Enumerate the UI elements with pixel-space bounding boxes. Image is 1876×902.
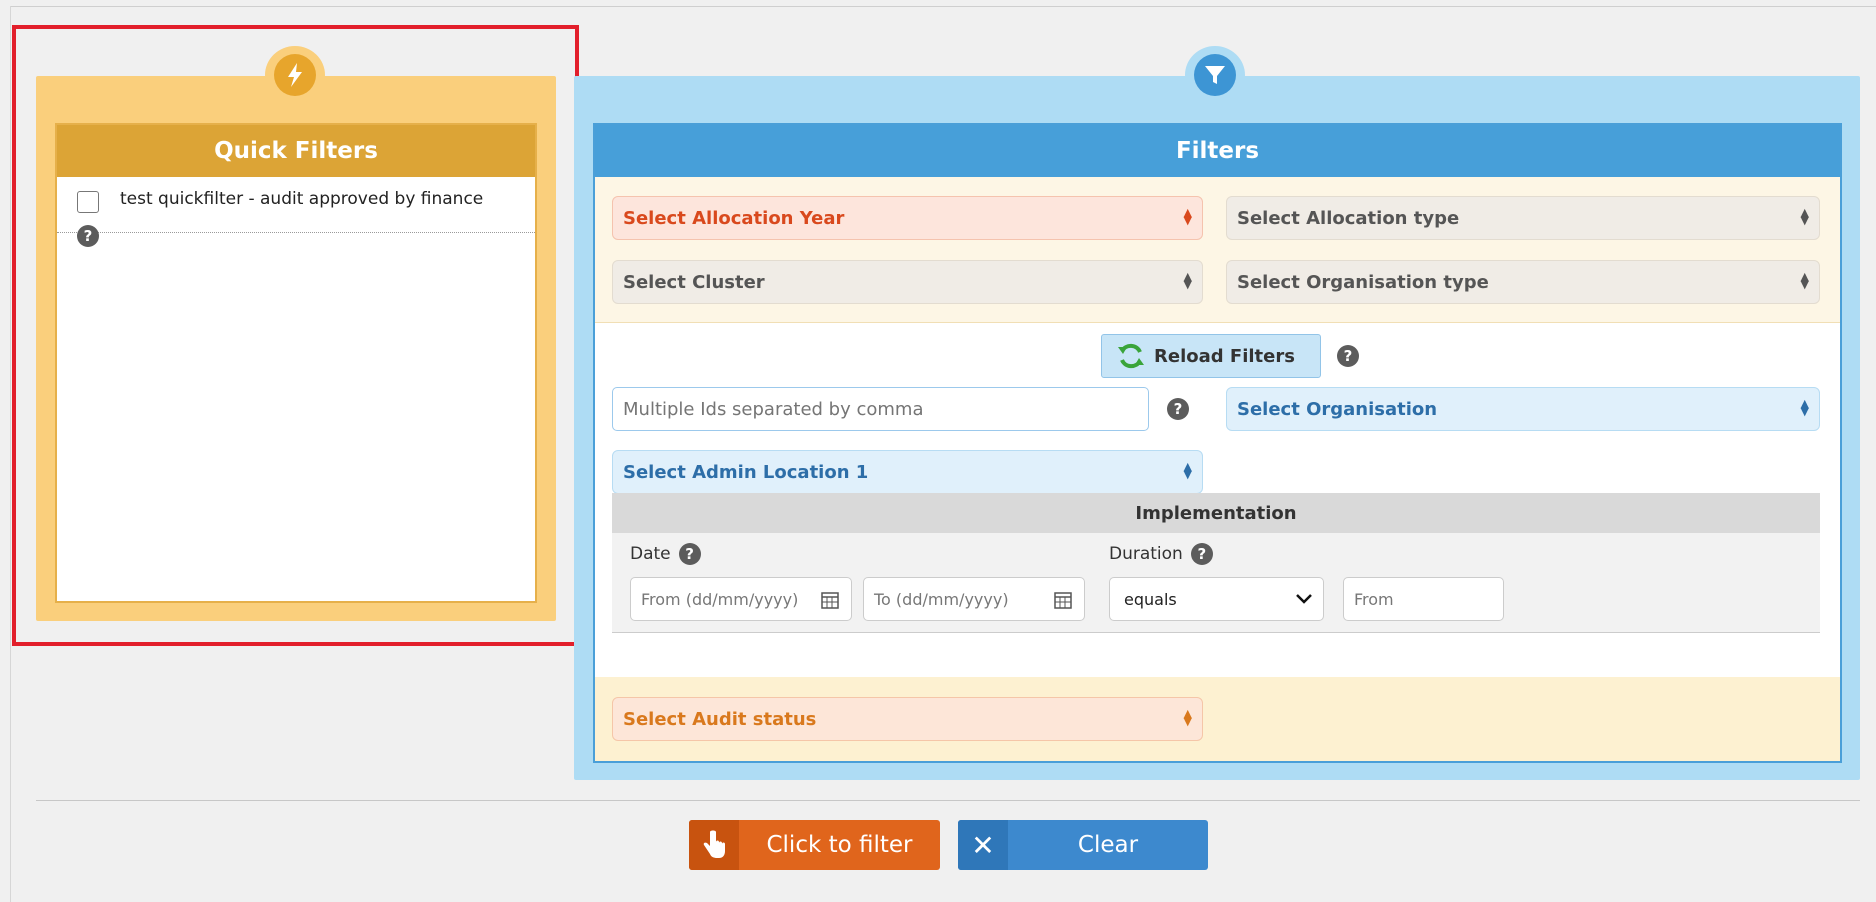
- organisation-type-label: Select Organisation type: [1237, 271, 1489, 293]
- allocation-type-select[interactable]: Select Allocation type ▲ ▼: [1226, 196, 1820, 240]
- updown-arrow-icon: ▲ ▼: [1800, 397, 1809, 418]
- close-icon: ✕: [958, 820, 1008, 870]
- updown-arrow-icon: ▲ ▼: [1183, 206, 1192, 227]
- page: Quick Filters test quickfilter - audit a…: [0, 0, 1876, 902]
- help-icon[interactable]: ?: [1190, 543, 1213, 565]
- audit-status-select[interactable]: Select Audit status ▲ ▼: [612, 697, 1203, 741]
- duration-label-group: Duration ?: [1109, 543, 1213, 565]
- quick-filter-checkbox[interactable]: [77, 191, 99, 213]
- duration-operator-value: equals: [1124, 589, 1177, 609]
- organisation-select[interactable]: Select Organisation ▲ ▼: [1226, 387, 1820, 431]
- calendar-icon[interactable]: [1054, 591, 1072, 609]
- filters-title: Filters: [595, 125, 1840, 177]
- quick-filters-box: Quick Filters test quickfilter - audit a…: [55, 123, 537, 603]
- allocation-year-select[interactable]: Select Allocation Year ▲ ▼: [612, 196, 1203, 240]
- updown-arrow-icon: ▲ ▼: [1800, 206, 1809, 227]
- reload-filters-label: Reload Filters: [1154, 345, 1295, 367]
- quick-filters-title: Quick Filters: [57, 125, 535, 177]
- cluster-label: Select Cluster: [623, 271, 765, 293]
- date-to-input[interactable]: To (dd/mm/yyyy): [863, 577, 1085, 621]
- left-divider: [10, 6, 11, 902]
- duration-from-input[interactable]: From: [1343, 577, 1504, 621]
- updown-arrow-icon: ▲ ▼: [1183, 270, 1192, 291]
- calendar-icon[interactable]: [821, 591, 839, 609]
- date-label-group: Date ?: [630, 543, 701, 565]
- organisation-type-select[interactable]: Select Organisation type ▲ ▼: [1226, 260, 1820, 304]
- refresh-icon: [1118, 343, 1144, 369]
- updown-arrow-icon: ▲ ▼: [1183, 460, 1192, 481]
- allocation-year-label: Select Allocation Year: [623, 207, 845, 229]
- quick-filter-label[interactable]: test quickfilter - audit approved by fin…: [120, 189, 483, 209]
- ids-input[interactable]: [612, 387, 1149, 431]
- quick-filter-item[interactable]: test quickfilter - audit approved by fin…: [57, 177, 535, 247]
- date-from-placeholder: From (dd/mm/yyyy): [641, 589, 799, 609]
- filters-badge: [1185, 46, 1245, 104]
- filters-main-section: Reload Filters ? ? Select Organisation ▲…: [595, 323, 1840, 675]
- filters-bottom-section: Select Audit status ▲ ▼: [595, 677, 1840, 761]
- admin-location-select[interactable]: Select Admin Location 1 ▲ ▼: [612, 450, 1203, 494]
- allocation-type-label: Select Allocation type: [1237, 207, 1460, 229]
- filters-top-section: Select Allocation Year ▲ ▼ Select Allocat…: [595, 177, 1840, 323]
- quick-filters-badge: [265, 46, 325, 104]
- filters-box: Filters Select Allocation Year ▲ ▼ Select…: [593, 123, 1842, 763]
- updown-arrow-icon: ▲ ▼: [1183, 707, 1192, 728]
- date-label: Date: [630, 544, 671, 564]
- cluster-select[interactable]: Select Cluster ▲ ▼: [612, 260, 1203, 304]
- audit-status-label: Select Audit status: [623, 708, 817, 730]
- date-to-placeholder: To (dd/mm/yyyy): [874, 589, 1009, 609]
- lightning-icon: [274, 54, 316, 96]
- help-icon[interactable]: ?: [678, 543, 701, 565]
- help-icon[interactable]: ?: [77, 225, 99, 247]
- duration-label: Duration: [1109, 544, 1183, 564]
- duration-operator-select[interactable]: equals: [1109, 577, 1324, 621]
- pointer-hand-icon: [689, 820, 739, 870]
- help-icon[interactable]: ?: [1337, 345, 1359, 367]
- actions-divider: [36, 800, 1860, 801]
- admin-location-label: Select Admin Location 1: [623, 461, 869, 483]
- click-to-filter-label: Click to filter: [766, 832, 913, 858]
- clear-button[interactable]: ✕ Clear: [958, 820, 1208, 870]
- date-from-input[interactable]: From (dd/mm/yyyy): [630, 577, 852, 621]
- chevron-down-icon: [1296, 594, 1312, 604]
- reload-filters-button[interactable]: Reload Filters: [1101, 334, 1321, 378]
- help-icon[interactable]: ?: [1167, 398, 1189, 420]
- click-to-filter-button[interactable]: Click to filter: [689, 820, 940, 870]
- clear-label: Clear: [1077, 832, 1139, 858]
- duration-from-placeholder: From: [1354, 589, 1394, 609]
- updown-arrow-icon: ▲ ▼: [1800, 270, 1809, 291]
- funnel-icon: [1194, 54, 1236, 96]
- implementation-section: Implementation Date ? Duration ? From (d…: [612, 493, 1820, 633]
- implementation-title: Implementation: [612, 493, 1820, 533]
- top-divider: [10, 6, 1876, 7]
- organisation-label: Select Organisation: [1237, 398, 1438, 420]
